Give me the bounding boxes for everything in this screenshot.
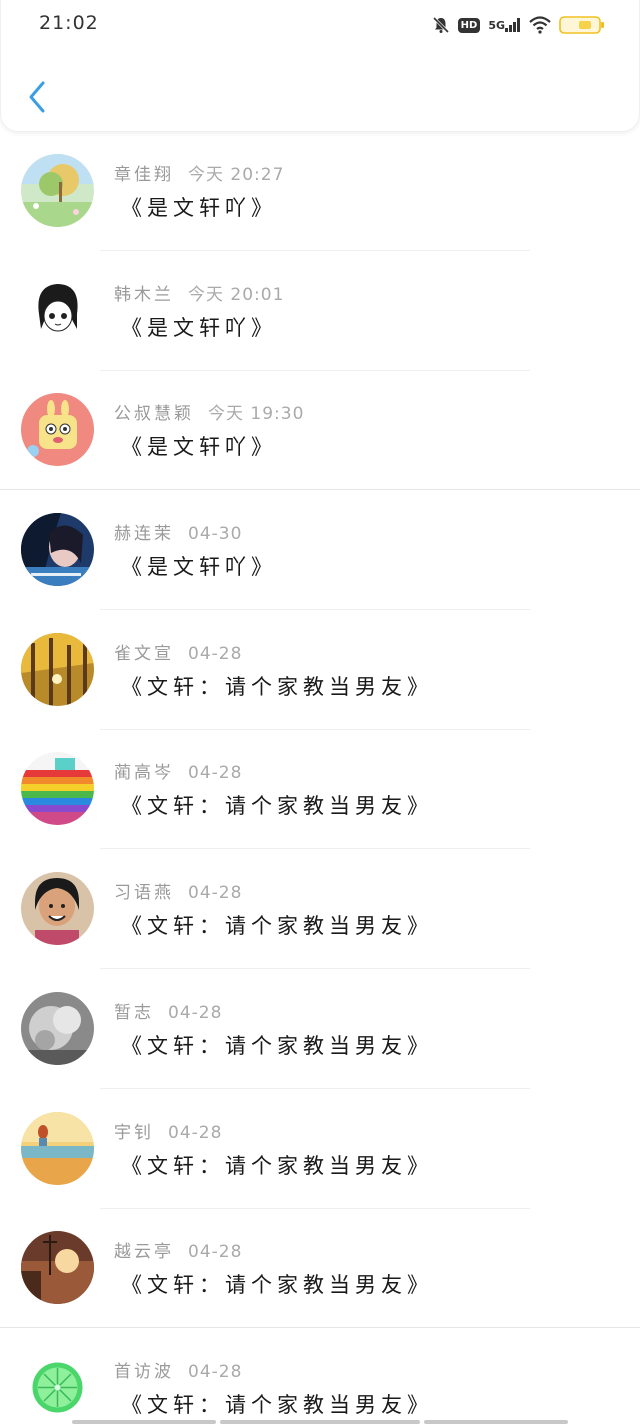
user-name[interactable]: 暂志: [114, 1003, 154, 1023]
user-name[interactable]: 习语燕: [114, 883, 174, 903]
signal-5g-icon: 5G: [488, 18, 521, 32]
work-title[interactable]: 《文轩：请个家教当男友》: [121, 1150, 433, 1180]
work-title[interactable]: 《是文轩吖》: [121, 551, 277, 581]
status-time: 21:02: [39, 12, 99, 34]
comment-time: 04-28: [168, 1002, 223, 1023]
status-icons: HD 5G: [432, 14, 605, 36]
comment-meta: 雀文宣 04-28: [114, 639, 242, 664]
list-item[interactable]: 暂志 04-28 《文轩：请个家教当男友》: [0, 970, 640, 1090]
comment-time: 04-28: [168, 1122, 223, 1143]
avatar[interactable]: [21, 872, 94, 946]
comment-time: 今天 19:30: [208, 404, 305, 425]
user-name[interactable]: 雀文宣: [114, 644, 174, 664]
comment-time: 今天 20:27: [188, 165, 285, 185]
comment-list: 章佳翔 今天 20:27 《是文轩吖》 韩木兰 今天 20:01 《是文轩吖》 公叔…: [0, 132, 640, 1428]
work-title[interactable]: 《文轩：请个家教当男友》: [121, 1030, 433, 1060]
avatar[interactable]: [21, 273, 94, 347]
work-title[interactable]: 《是文轩吖》: [121, 312, 277, 342]
list-item[interactable]: 雀文宣 04-28 《文轩：请个家教当男友》: [0, 611, 640, 731]
home-indicator: [220, 1420, 420, 1424]
network-type: 5G: [488, 18, 505, 32]
home-indicator: [424, 1420, 568, 1424]
comment-meta: 公叔慧颖 今天 19:30: [114, 399, 304, 424]
comment-time: 04-30: [188, 524, 243, 545]
list-item[interactable]: 章佳翔 今天 20:27 《是文轩吖》: [0, 132, 640, 252]
comment-meta: 韩木兰 今天 20:01: [114, 280, 284, 305]
comment-time: 04-28: [188, 883, 243, 904]
list-item[interactable]: 越云亭 04-28 《文轩：请个家教当男友》: [0, 1209, 640, 1329]
avatar[interactable]: [21, 632, 94, 706]
work-title[interactable]: 《文轩：请个家教当男友》: [121, 1269, 433, 1299]
list-item[interactable]: 公叔慧颖 今天 19:30 《是文轩吖》: [0, 371, 640, 491]
comment-time: 04-28: [188, 643, 243, 664]
user-name[interactable]: 公叔慧颖: [114, 404, 194, 424]
battery-icon: [559, 15, 605, 35]
work-title[interactable]: 《文轩：请个家教当男友》: [121, 790, 433, 820]
comment-time: 04-28: [188, 763, 243, 784]
top-bar: 21:02 HD 5G: [0, 0, 640, 132]
work-title[interactable]: 《是文轩吖》: [121, 192, 277, 222]
comment-meta: 蔺高岑 04-28: [114, 758, 242, 783]
user-name[interactable]: 首访波: [114, 1362, 174, 1382]
mute-bell-icon: [432, 16, 450, 34]
user-name[interactable]: 越云亭: [114, 1242, 174, 1262]
work-title[interactable]: 《文轩：请个家教当男友》: [121, 1389, 433, 1419]
avatar[interactable]: [21, 154, 94, 227]
comment-meta: 越云亭 04-28: [114, 1237, 242, 1262]
list-item[interactable]: 韩木兰 今天 20:01 《是文轩吖》: [0, 252, 640, 372]
user-name[interactable]: 赫连茉: [114, 524, 174, 544]
home-indicator: [72, 1420, 216, 1424]
comment-time: 04-28: [188, 1361, 243, 1382]
comment-meta: 章佳翔 今天 20:27: [114, 160, 284, 185]
user-name[interactable]: 宇钊: [114, 1123, 154, 1143]
work-title[interactable]: 《文轩：请个家教当男友》: [121, 910, 433, 940]
comment-meta: 宇钊 04-28: [114, 1118, 222, 1143]
comment-meta: 习语燕 04-28: [114, 878, 242, 903]
work-title[interactable]: 《是文轩吖》: [121, 431, 277, 461]
list-item[interactable]: 习语燕 04-28 《文轩：请个家教当男友》: [0, 850, 640, 970]
avatar[interactable]: [21, 752, 94, 826]
avatar[interactable]: [21, 1111, 94, 1185]
avatar[interactable]: [21, 1231, 94, 1305]
comment-time: 04-28: [188, 1242, 243, 1263]
avatar[interactable]: [21, 991, 94, 1065]
avatar[interactable]: [21, 513, 94, 587]
work-title[interactable]: 《文轩：请个家教当男友》: [121, 671, 433, 701]
user-name[interactable]: 韩木兰: [114, 285, 174, 305]
user-name[interactable]: 蔺高岑: [114, 763, 174, 783]
wifi-icon: [529, 16, 551, 34]
comment-meta: 首访波 04-28: [114, 1357, 242, 1382]
list-item[interactable]: 赫连茉 04-30 《是文轩吖》: [0, 491, 640, 611]
hd-icon: HD: [457, 17, 481, 33]
avatar[interactable]: [21, 1350, 94, 1424]
comment-meta: 暂志 04-28: [114, 998, 222, 1023]
list-item[interactable]: 首访波 04-28 《文轩：请个家教当男友》: [0, 1329, 640, 1428]
chevron-left-icon: [29, 81, 45, 113]
back-button[interactable]: [19, 78, 55, 116]
list-item[interactable]: 宇钊 04-28 《文轩：请个家教当男友》: [0, 1090, 640, 1210]
user-name[interactable]: 章佳翔: [114, 165, 174, 185]
comment-time: 今天 20:01: [188, 284, 285, 305]
list-item[interactable]: 蔺高岑 04-28 《文轩：请个家教当男友》: [0, 730, 640, 850]
comment-meta: 赫连茉 04-30: [114, 519, 242, 544]
avatar[interactable]: [21, 393, 94, 467]
